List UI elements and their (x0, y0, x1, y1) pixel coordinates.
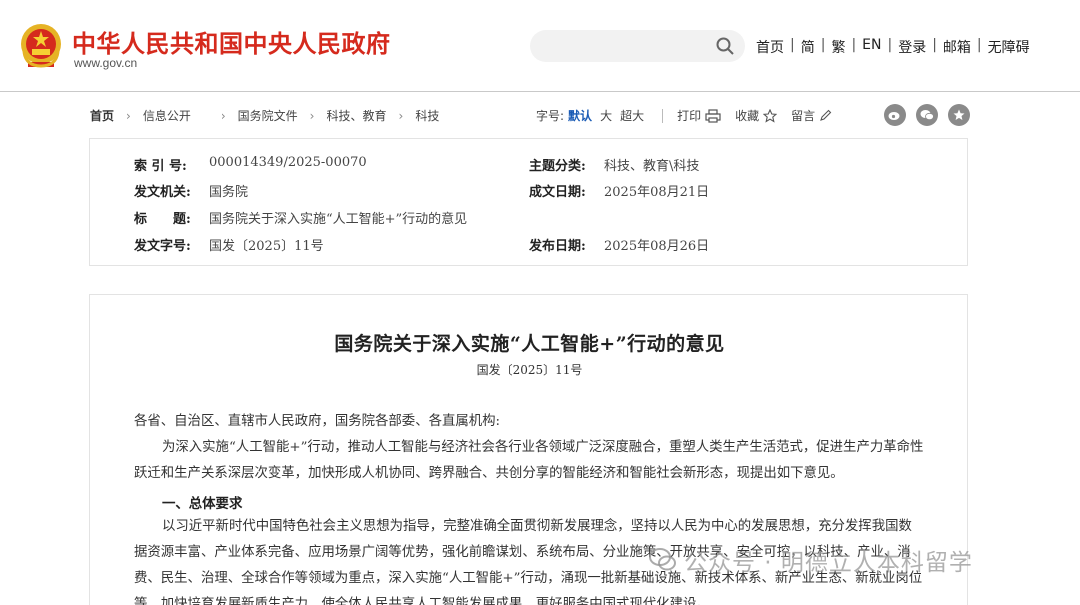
printer-icon (705, 108, 721, 123)
info-value: 科技、教育\科技 (604, 159, 700, 174)
info-doc-no: 发文字号: 国发〔2025〕11号 (134, 235, 324, 254)
watermark: 公众号 · 明德立人本科留学 (648, 543, 973, 577)
chevron-right-icon: › (398, 108, 404, 123)
nav-divider: | (887, 37, 893, 53)
info-created: 成文日期: 2025年08月21日 (529, 181, 709, 200)
share-buttons (884, 104, 980, 126)
national-emblem-icon[interactable] (18, 22, 64, 70)
article-paragraph: 为深入实施“人工智能+”行动，推动人工智能与经济社会各行业各领域广泛深度融合，重… (134, 440, 924, 481)
nav-accessibility[interactable]: 无障碍 (988, 37, 1030, 57)
nav-traditional[interactable]: 繁 (831, 37, 845, 57)
nav-simplified[interactable]: 简 (801, 37, 815, 57)
nav-divider: | (820, 37, 826, 53)
breadcrumb-home[interactable]: 首页 (90, 107, 114, 124)
info-label: 发文机关: (134, 185, 191, 200)
info-value: 2025年08月21日 (604, 185, 710, 200)
nav-login[interactable]: 登录 (898, 37, 926, 57)
article-tools: 字号: 默认 大 超大 打印 收藏 留言 (536, 107, 846, 124)
article-title: 国务院关于深入实施“人工智能+”行动的意见 (334, 333, 725, 355)
comment-button[interactable]: 留言 (791, 107, 832, 124)
nav-divider: | (851, 37, 857, 53)
nav-mail[interactable]: 邮箱 (943, 37, 971, 57)
info-label: 发文字号: (134, 239, 191, 254)
info-label: 索 引 号: (134, 159, 187, 174)
info-published: 发布日期: 2025年08月26日 (529, 235, 709, 254)
info-subject: 标 题: 国务院关于深入实施“人工智能+”行动的意见 (134, 208, 467, 227)
favorite-star-icon[interactable] (948, 104, 970, 126)
breadcrumb-sci-edu[interactable]: 科技、教育 (326, 107, 386, 124)
info-label: 成文日期: (529, 185, 586, 200)
weibo-icon[interactable] (884, 104, 906, 126)
wechat-watermark-icon (649, 548, 676, 571)
font-size-label: 字号: (536, 109, 565, 123)
breadcrumb-state-council-docs[interactable]: 国务院文件 (238, 107, 298, 124)
favorite-button[interactable]: 收藏 (735, 107, 778, 124)
site-title[interactable]: 中华人民共和国中央人民政府 (72, 24, 391, 59)
info-value: 国务院关于深入实施“人工智能+”行动的意见 (209, 212, 468, 227)
article-section-heading: 一、总体要求 (162, 496, 243, 512)
print-button[interactable]: 打印 (677, 107, 721, 124)
info-value: 国发〔2025〕11号 (209, 239, 324, 254)
wechat-icon[interactable] (916, 104, 938, 126)
pencil-icon (820, 109, 832, 121)
nav-divider: | (932, 37, 937, 53)
info-index-no: 索 引 号: 000014349/2025-00070 (134, 155, 367, 174)
breadcrumb-tech[interactable]: 科技 (415, 107, 439, 124)
font-size-default[interactable]: 默认 (568, 107, 592, 124)
document-info-box: 索 引 号: 000014349/2025-00070 主题分类: 科技、教育\… (89, 138, 968, 266)
font-size-large[interactable]: 大 (600, 107, 612, 124)
site-url: www.gov.cn (74, 56, 138, 70)
breadcrumb-info-public[interactable]: 信息公开 (143, 107, 191, 124)
info-label: 主题分类: (529, 159, 586, 174)
watermark-text: 公众号 · 明德立人本科留学 (684, 550, 973, 576)
nav-english[interactable]: EN (862, 37, 881, 57)
tools-divider (662, 108, 664, 123)
font-size-xlarge[interactable]: 超大 (620, 107, 644, 124)
article-salutation: 各省、自治区、直辖市人民政府，国务院各部委、各直属机构: (134, 414, 501, 429)
star-icon (763, 108, 778, 123)
nav-divider: | (790, 37, 795, 53)
favorite-label: 收藏 (735, 109, 760, 123)
search-icon[interactable] (716, 37, 734, 55)
search-input[interactable] (530, 30, 745, 62)
article-doc-number: 国发〔2025〕11号 (476, 363, 583, 377)
site-header: 中华人民共和国中央人民政府 www.gov.cn 首页 | 简 | 繁 | EN… (0, 0, 1080, 92)
nav-divider: | (976, 37, 982, 53)
breadcrumb: 首页 › 信息公开 › 国务院文件 › 科技、教育 › 科技 (90, 107, 439, 124)
chevron-right-icon: › (309, 108, 315, 123)
top-nav: 首页 | 简 | 繁 | EN | 登录 | 邮箱 | 无障碍 (756, 37, 1030, 57)
nav-home[interactable]: 首页 (756, 37, 784, 57)
info-topic: 主题分类: 科技、教育\科技 (529, 155, 699, 174)
info-label: 标 题: (134, 212, 191, 227)
chevron-right-icon: › (220, 108, 226, 123)
chevron-right-icon: › (126, 108, 131, 123)
info-issuer: 发文机关: 国务院 (134, 181, 248, 200)
info-label: 发布日期: (529, 239, 586, 254)
info-value: 000014349/2025-00070 (209, 155, 367, 170)
comment-label: 留言 (791, 109, 816, 123)
print-label: 打印 (677, 109, 702, 123)
info-value: 国务院 (209, 185, 249, 200)
info-value: 2025年08月26日 (604, 239, 710, 254)
breadcrumb-bar: 首页 › 信息公开 › 国务院文件 › 科技、教育 › 科技 字号: 默认 大 … (90, 104, 970, 126)
